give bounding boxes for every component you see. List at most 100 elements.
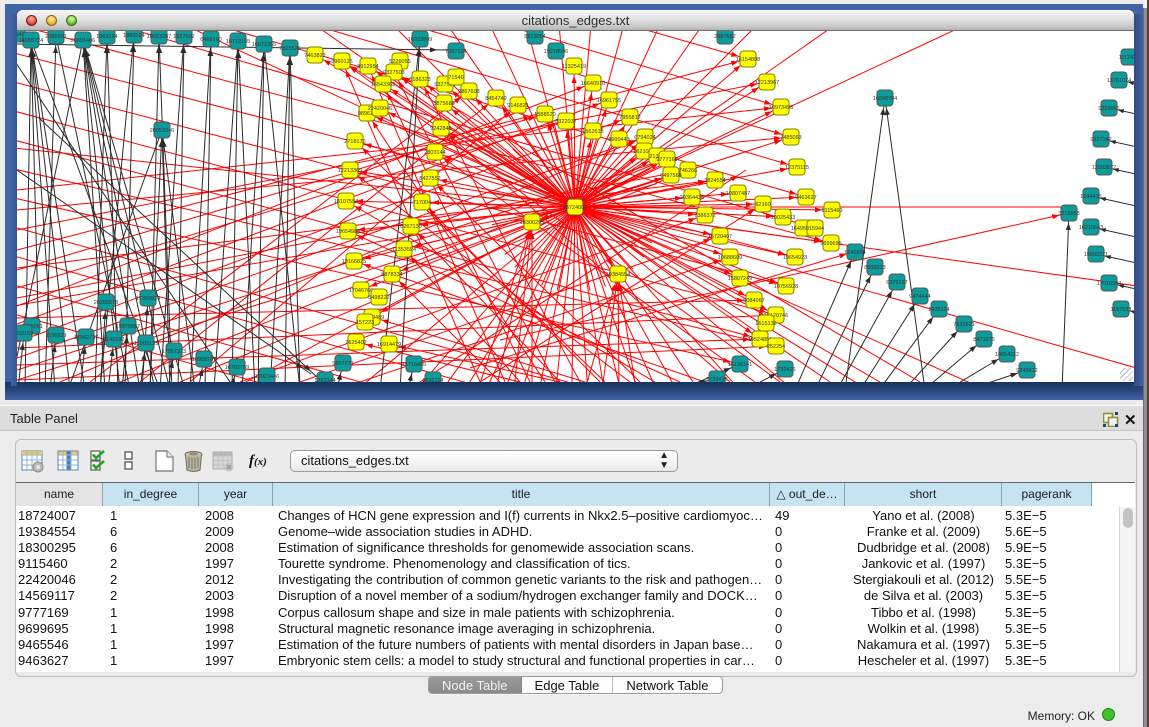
svg-text:8813054: 8813054 xyxy=(524,34,545,40)
svg-text:20053346: 20053346 xyxy=(150,128,174,134)
svg-text:17046766: 17046766 xyxy=(349,288,373,294)
svg-text:16136141: 16136141 xyxy=(728,362,752,368)
svg-text:22420046: 22420046 xyxy=(368,106,392,112)
svg-text:7632621: 7632621 xyxy=(953,322,974,328)
svg-text:6466160: 6466160 xyxy=(200,37,221,43)
svg-text:19384554: 19384554 xyxy=(606,272,630,278)
svg-text:18300295: 18300295 xyxy=(520,220,544,226)
svg-text:16914479: 16914479 xyxy=(377,342,401,348)
svg-text:933159: 933159 xyxy=(17,331,33,337)
svg-text:9227342: 9227342 xyxy=(1090,137,1111,143)
svg-text:9242845: 9242845 xyxy=(430,126,451,132)
svg-text:7386372: 7386372 xyxy=(694,213,715,219)
svg-text:1860524: 1860524 xyxy=(123,33,144,39)
svg-text:10756928: 10756928 xyxy=(774,284,798,290)
svg-text:9699695: 9699695 xyxy=(820,241,841,247)
svg-text:15720407: 15720407 xyxy=(708,234,732,240)
svg-text:9329966: 9329966 xyxy=(1098,106,1119,112)
svg-text:3824554: 3824554 xyxy=(704,178,725,184)
svg-text:10688609: 10688609 xyxy=(718,255,742,261)
svg-text:8878334: 8878334 xyxy=(381,272,402,278)
svg-text:1112437: 1112437 xyxy=(1119,55,1134,61)
svg-text:6794024: 6794024 xyxy=(634,135,655,141)
svg-text:10653287: 10653287 xyxy=(147,34,171,40)
svg-text:9474444: 9474444 xyxy=(909,294,930,300)
svg-text:17016504: 17016504 xyxy=(1097,281,1121,287)
svg-text:10958107: 10958107 xyxy=(192,357,216,363)
svg-text:16782759: 16782759 xyxy=(225,365,249,371)
svg-text:16648784: 16648784 xyxy=(873,96,897,102)
svg-text:20691406: 20691406 xyxy=(71,38,95,44)
svg-text:9463627: 9463627 xyxy=(795,195,816,201)
svg-text:3875685: 3875685 xyxy=(433,101,454,107)
svg-text:1167533: 1167533 xyxy=(1110,307,1131,313)
svg-text:7357224: 7357224 xyxy=(445,49,466,55)
svg-text:10807487: 10807487 xyxy=(726,191,750,197)
svg-text:2935114: 2935114 xyxy=(928,307,949,313)
svg-text:8990443: 8990443 xyxy=(608,137,629,143)
svg-text:7515526: 7515526 xyxy=(279,46,300,52)
svg-text:17957223: 17957223 xyxy=(162,349,186,355)
svg-text:16640910: 16640910 xyxy=(581,81,605,87)
svg-text:16961755: 16961755 xyxy=(597,98,621,104)
svg-text:17359924: 17359924 xyxy=(136,296,160,302)
svg-text:19166825: 19166825 xyxy=(342,259,366,265)
svg-text:18724007: 18724007 xyxy=(563,205,587,211)
svg-text:1615132: 1615132 xyxy=(755,321,776,327)
svg-text:19975867: 19975867 xyxy=(116,324,140,330)
svg-text:8454749: 8454749 xyxy=(485,96,506,102)
svg-text:157223: 157223 xyxy=(356,320,374,326)
svg-text:9327503: 9327503 xyxy=(383,70,404,76)
svg-text:1145192: 1145192 xyxy=(103,337,124,343)
svg-text:13751074: 13751074 xyxy=(1107,78,1131,84)
svg-text:18107554: 18107554 xyxy=(334,199,358,205)
svg-text:7463822: 7463822 xyxy=(304,53,325,59)
svg-text:9146821: 9146821 xyxy=(507,103,528,109)
svg-text:14055724: 14055724 xyxy=(19,38,43,44)
svg-text:15807249: 15807249 xyxy=(728,276,752,282)
svg-text:2987682: 2987682 xyxy=(714,34,735,40)
svg-text:11325419: 11325419 xyxy=(562,64,586,70)
svg-text:9245812: 9245812 xyxy=(1016,368,1037,374)
svg-text:8471676: 8471676 xyxy=(973,337,994,343)
svg-text:12923446: 12923446 xyxy=(255,374,279,380)
svg-text:9832114: 9832114 xyxy=(422,378,443,382)
svg-text:7625402: 7625402 xyxy=(345,340,366,346)
svg-text:717004: 717004 xyxy=(413,200,431,206)
svg-text:8912954: 8912954 xyxy=(357,64,378,70)
svg-text:1588520: 1588520 xyxy=(534,112,555,118)
svg-text:11353594: 11353594 xyxy=(392,247,416,253)
svg-text:15692371: 15692371 xyxy=(1084,252,1108,258)
svg-text:9733428: 9733428 xyxy=(706,377,727,382)
svg-text:15716485: 15716485 xyxy=(402,362,426,368)
svg-text:7485063: 7485063 xyxy=(780,135,801,141)
svg-text:2718176: 2718176 xyxy=(344,139,365,145)
svg-text:19654985: 19654985 xyxy=(336,229,360,235)
svg-text:16033809: 16033809 xyxy=(408,37,432,43)
svg-text:8186323: 8186323 xyxy=(409,77,430,83)
svg-text:6497568: 6497568 xyxy=(660,173,681,179)
svg-text:8938923: 8938923 xyxy=(864,265,885,271)
svg-text:9657771: 9657771 xyxy=(332,361,353,367)
svg-text:1733426: 1733426 xyxy=(774,367,795,373)
svg-text:12213369: 12213369 xyxy=(338,168,362,174)
svg-text:8322037: 8322037 xyxy=(555,119,576,125)
svg-text:8427552: 8427552 xyxy=(419,176,440,182)
svg-text:2085901: 2085901 xyxy=(45,34,66,40)
svg-text:16154808: 16154808 xyxy=(736,57,760,63)
svg-text:3215958: 3215958 xyxy=(1058,211,1079,217)
svg-text:9115460: 9115460 xyxy=(821,208,842,214)
svg-text:915944: 915944 xyxy=(806,226,824,232)
svg-text:16543362: 16543362 xyxy=(371,82,395,88)
svg-text:20364436: 20364436 xyxy=(680,195,704,201)
svg-text:1244415: 1244415 xyxy=(1080,194,1101,200)
svg-text:2867608: 2867608 xyxy=(458,89,479,95)
svg-text:10654112: 10654112 xyxy=(995,352,1019,358)
svg-text:62160: 62160 xyxy=(755,202,770,208)
svg-text:1292344: 1292344 xyxy=(314,378,335,382)
svg-text:19218506: 19218506 xyxy=(544,49,568,55)
svg-text:12942737: 12942737 xyxy=(74,335,98,341)
svg-text:10973493: 10973493 xyxy=(769,105,793,111)
svg-text:12093872: 12093872 xyxy=(1092,165,1116,171)
svg-text:19654923: 19654923 xyxy=(783,255,807,261)
